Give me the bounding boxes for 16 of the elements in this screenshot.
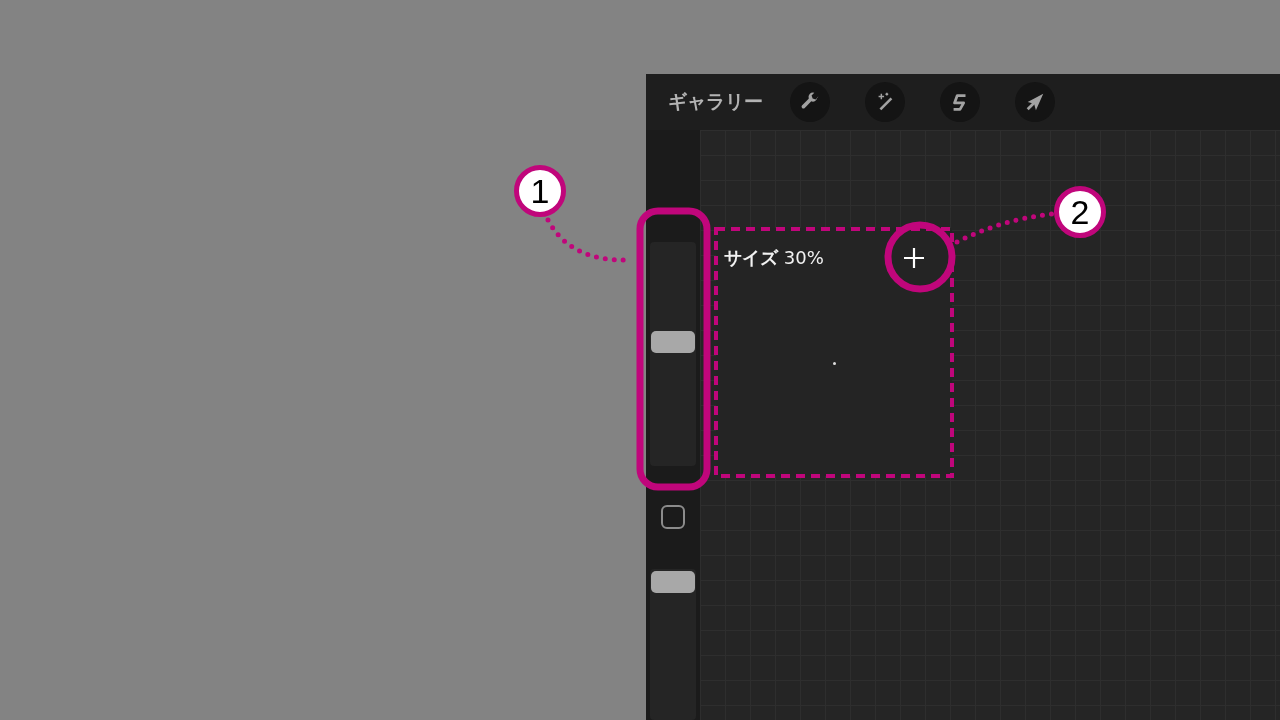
slider-thumb[interactable] bbox=[651, 571, 695, 593]
brush-preview-dot bbox=[832, 361, 836, 365]
highlight-ring bbox=[884, 221, 956, 293]
brush-size-slider[interactable] bbox=[650, 242, 696, 466]
transform-button[interactable] bbox=[1015, 82, 1055, 122]
callout-number: 1 bbox=[514, 165, 566, 217]
slider-thumb[interactable] bbox=[651, 331, 695, 354]
arrow-cursor-icon bbox=[1024, 91, 1046, 113]
opacity-slider[interactable] bbox=[650, 569, 696, 720]
size-readout: サイズ 30% bbox=[724, 246, 824, 270]
gallery-link[interactable]: ギャラリー bbox=[668, 89, 763, 115]
plus-icon bbox=[903, 247, 925, 269]
selection-button[interactable] bbox=[940, 82, 980, 122]
modify-square-button[interactable] bbox=[661, 505, 685, 529]
settings-button[interactable] bbox=[790, 82, 830, 122]
adjustments-button[interactable] bbox=[865, 82, 905, 122]
